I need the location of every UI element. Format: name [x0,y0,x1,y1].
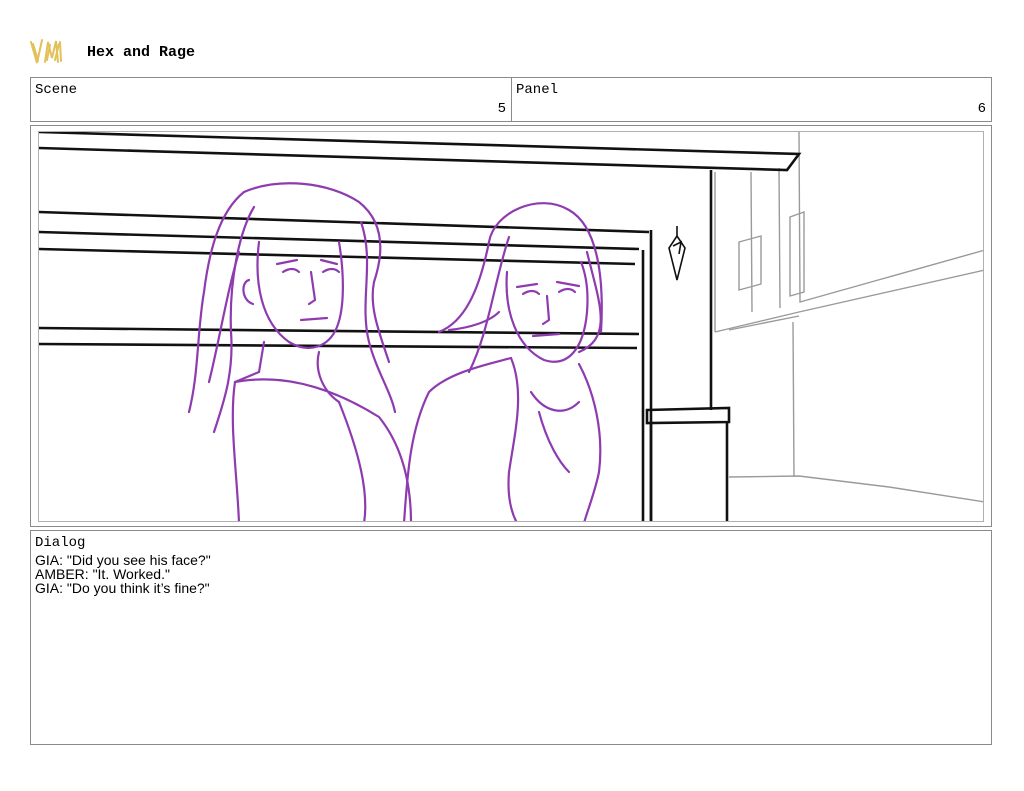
hanging-lamp-icon [668,226,686,281]
panel-label: Panel [516,82,559,98]
storyboard-header: Hex and Rage [28,36,428,70]
project-title: Hex and Rage [87,44,196,61]
storefront-structure [39,132,802,521]
panel-field: Panel 6 [511,77,992,122]
character-figures [187,182,603,521]
dialog-line: GIA: "Did you see his face?" [35,552,211,568]
scene-number: 5 [497,101,506,117]
dialog-label: Dialog [35,535,86,551]
dialog-field: Dialog GIA: "Did you see his face?" AMBE… [30,530,992,745]
dialog-lines: GIA: "Did you see his face?" AMBER: "It.… [35,553,211,595]
scene-label: Scene [35,82,78,98]
logo-icon [28,36,64,66]
dialog-line: AMBER: "It. Worked." [35,566,170,582]
panel-image-frame [30,125,992,527]
scene-field: Scene 5 [30,77,512,122]
street-background [714,132,983,503]
panel-number: 6 [977,101,986,117]
panel-illustration [38,131,984,522]
dialog-line: GIA: "Do you think it’s fine?" [35,580,210,596]
